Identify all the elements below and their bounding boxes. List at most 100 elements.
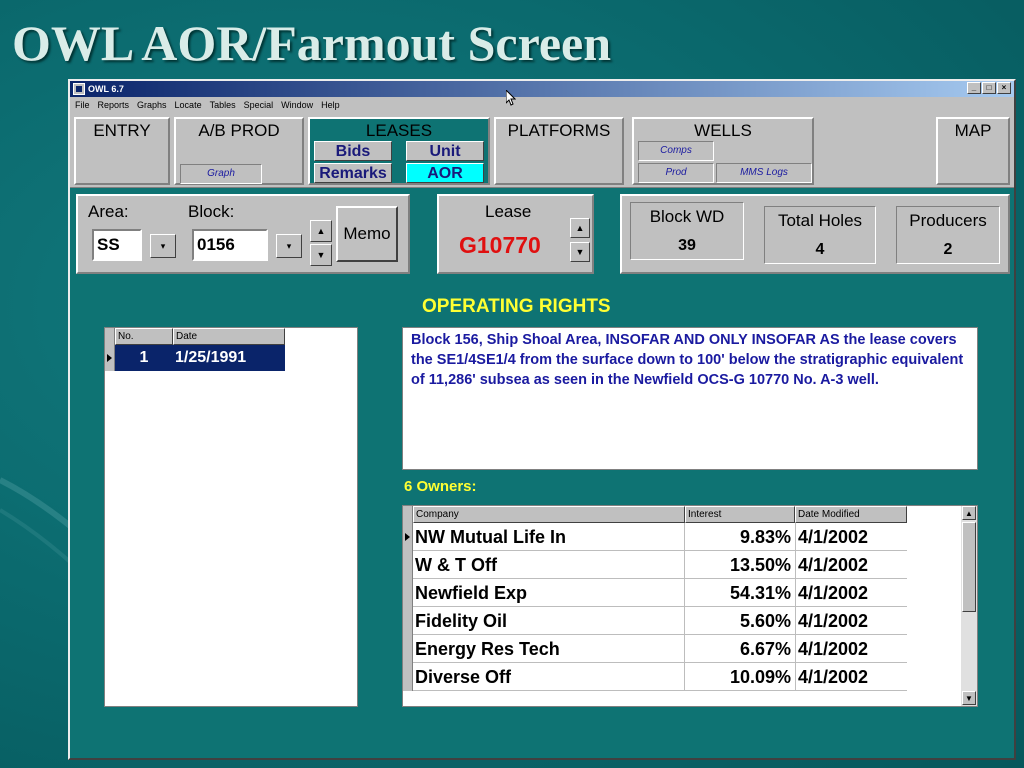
block-field[interactable]: 0156 [192, 229, 268, 261]
comps-button[interactable]: Comps [638, 141, 714, 161]
owner-row[interactable]: NW Mutual Life In 9.83% 4/1/2002 [403, 523, 907, 551]
tab-ab-prod-label: A/B PROD [198, 121, 280, 140]
rights-row-no: 1 [139, 349, 149, 366]
owner-row[interactable]: Fidelity Oil 5.60% 4/1/2002 [403, 607, 907, 635]
tab-platforms-label: PLATFORMS [507, 121, 611, 140]
menu-file[interactable]: File [75, 100, 90, 110]
row-pointer-icon [105, 345, 115, 371]
menu-graphs[interactable]: Graphs [137, 100, 167, 110]
owner-row[interactable]: Newfield Exp 54.31% 4/1/2002 [403, 579, 907, 607]
close-button[interactable]: × [997, 82, 1011, 94]
row-pointer-icon [403, 523, 413, 551]
block-dropdown-button[interactable]: ▾ [276, 234, 302, 258]
menu-locate[interactable]: Locate [175, 100, 202, 110]
menu-special[interactable]: Special [244, 100, 274, 110]
tab-ab-prod[interactable]: A/B PROD Graph [174, 117, 304, 185]
tab-map[interactable]: MAP [936, 117, 1010, 185]
ab-graph-button[interactable]: Graph [180, 164, 262, 184]
owner-date: 4/1/2002 [795, 607, 907, 634]
block-down-button[interactable]: ▼ [310, 244, 332, 266]
rights-col-no[interactable]: No. [115, 328, 173, 345]
memo-button[interactable]: Memo [336, 206, 398, 262]
producers-box: Producers 2 [896, 206, 1000, 264]
owners-col-interest[interactable]: Interest [685, 506, 795, 523]
row-indicator [403, 635, 413, 663]
tab-wells-label: WELLS [694, 121, 752, 140]
window-controls: _ □ × [967, 82, 1011, 94]
slide-title: OWL AOR/Farmout Screen [12, 15, 612, 71]
menu-window[interactable]: Window [281, 100, 313, 110]
rights-description-box[interactable]: Block 156, Ship Shoal Area, INSOFAR AND … [402, 327, 978, 470]
owner-company: W & T Off [415, 555, 497, 575]
scroll-up-icon[interactable]: ▲ [962, 506, 976, 520]
rights-col-date[interactable]: Date [173, 328, 285, 345]
menu-help[interactable]: Help [321, 100, 340, 110]
owner-date: 4/1/2002 [795, 551, 907, 578]
lease-down-button[interactable]: ▼ [570, 242, 590, 262]
scroll-down-icon[interactable]: ▼ [962, 691, 976, 705]
owner-company: NW Mutual Life In [415, 527, 566, 547]
menu-tables[interactable]: Tables [210, 100, 236, 110]
lease-panel: Lease G10770 ▲ ▼ [437, 194, 594, 274]
rights-row-date: 1/25/1991 [175, 349, 247, 366]
area-field[interactable]: SS [92, 229, 142, 261]
total-holes-value: 4 [815, 241, 825, 258]
row-indicator [403, 579, 413, 607]
block-wd-box: Block WD 39 [630, 202, 744, 260]
minimize-button[interactable]: _ [967, 82, 981, 94]
mouse-cursor-icon [506, 90, 516, 106]
producers-value: 2 [943, 241, 953, 258]
owner-interest: 10.09% [684, 663, 794, 690]
area-dropdown-button[interactable]: ▾ [150, 234, 176, 258]
owner-date: 4/1/2002 [795, 523, 907, 550]
owner-row[interactable]: Energy Res Tech 6.67% 4/1/2002 [403, 635, 907, 663]
tab-platforms[interactable]: PLATFORMS [494, 117, 624, 185]
lease-number: G10770 [459, 232, 541, 258]
rights-list[interactable]: No. Date 1 1/25/1991 [104, 327, 358, 707]
tab-wells[interactable]: WELLS Comps Prod MMS Logs [632, 117, 814, 185]
producers-label: Producers [909, 211, 987, 230]
owners-count-label: 6 Owners: [404, 478, 477, 495]
rights-description: Block 156, Ship Shoal Area, INSOFAR AND … [411, 332, 964, 388]
window-titlebar[interactable]: OWL 6.7 _ □ × [70, 81, 1014, 97]
scroll-thumb[interactable] [962, 522, 976, 612]
owners-table[interactable]: Company Interest Date Modified NW Mutual… [402, 505, 978, 707]
rights-header-indicator [105, 328, 115, 345]
window-title: OWL 6.7 [88, 84, 124, 94]
owners-scrollbar[interactable]: ▲ ▼ [961, 506, 977, 706]
owner-date: 4/1/2002 [795, 663, 907, 690]
owner-company: Diverse Off [415, 667, 512, 687]
owner-company: Energy Res Tech [415, 639, 560, 659]
owner-row[interactable]: Diverse Off 10.09% 4/1/2002 [403, 663, 907, 691]
tab-leases[interactable]: LEASES Bids Unit Remarks AOR [308, 117, 490, 185]
owners-header-indicator [403, 506, 413, 523]
area-label: Area: [88, 202, 129, 221]
mms-logs-button[interactable]: MMS Logs [716, 163, 812, 183]
prod-button[interactable]: Prod [638, 163, 714, 183]
lease-up-button[interactable]: ▲ [570, 218, 590, 238]
owners-col-date-modified[interactable]: Date Modified [795, 506, 907, 523]
tab-entry[interactable]: ENTRY [74, 117, 170, 185]
block-label: Block: [188, 202, 235, 221]
rights-row-selected[interactable]: 1 1/25/1991 [105, 345, 285, 371]
owner-interest: 6.67% [684, 635, 794, 662]
app-icon [73, 83, 85, 95]
bids-button[interactable]: Bids [314, 141, 392, 161]
row-indicator [403, 663, 413, 691]
menu-reports[interactable]: Reports [98, 100, 130, 110]
block-wd-value: 39 [678, 237, 696, 254]
aor-button[interactable]: AOR [406, 163, 484, 183]
tab-entry-label: ENTRY [93, 121, 151, 140]
owners-col-company[interactable]: Company [413, 506, 685, 523]
menu-bar: File Reports Graphs Locate Tables Specia… [70, 97, 1014, 113]
lease-label: Lease [485, 202, 532, 221]
operating-rights-title: OPERATING RIGHTS [422, 296, 611, 317]
tab-leases-label: LEASES [365, 121, 433, 140]
remarks-button[interactable]: Remarks [314, 163, 392, 183]
row-indicator [403, 607, 413, 635]
unit-button[interactable]: Unit [406, 141, 484, 161]
block-up-button[interactable]: ▲ [310, 220, 332, 242]
total-holes-box: Total Holes 4 [764, 206, 876, 264]
owner-row[interactable]: W & T Off 13.50% 4/1/2002 [403, 551, 907, 579]
maximize-button[interactable]: □ [982, 82, 996, 94]
